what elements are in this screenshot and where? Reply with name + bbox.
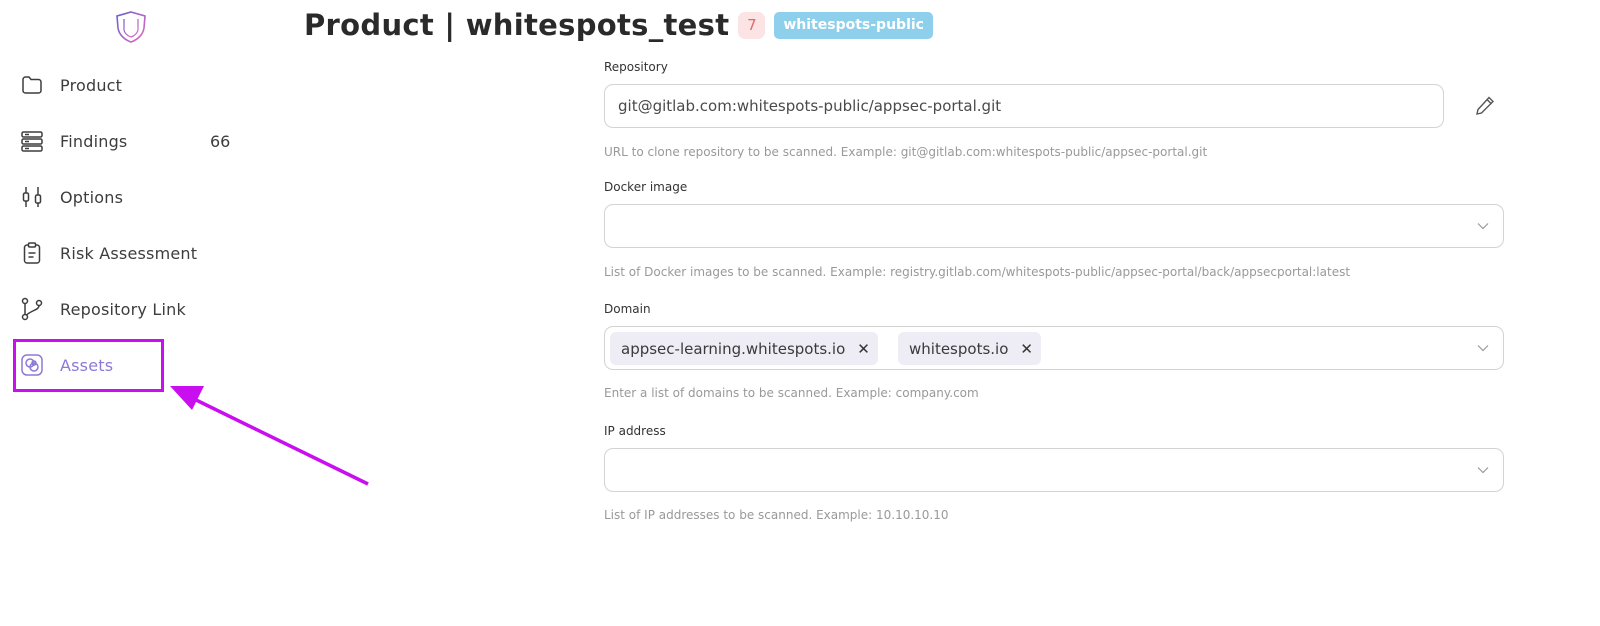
sidebar-item-label: Options	[60, 187, 124, 207]
page-title: Product | whitespots_test	[304, 8, 730, 42]
docker-image-select[interactable]	[604, 204, 1504, 248]
remove-chip-icon[interactable]: ✕	[1020, 340, 1033, 358]
domain-help-text: Enter a list of domains to be scanned. E…	[604, 386, 979, 400]
annotation-highlight-box	[13, 339, 164, 392]
sidebar-item-risk-assessment[interactable]: Risk Assessment	[20, 233, 250, 273]
annotation-arrow-icon	[170, 386, 369, 486]
docker-image-label: Docker image	[604, 180, 688, 194]
ip-address-select[interactable]	[604, 448, 1504, 492]
repository-value: git@gitlab.com:whitespots-public/appsec-…	[618, 97, 1002, 115]
repository-label: Repository	[604, 60, 668, 74]
folder-icon	[20, 73, 44, 97]
sidebar-item-label: Repository Link	[60, 299, 186, 319]
domain-label: Domain	[604, 302, 651, 316]
findings-count: 66	[210, 131, 231, 151]
sidebar-item-options[interactable]: Options	[20, 177, 250, 217]
server-icon	[20, 129, 44, 153]
sidebar-item-product[interactable]: Product	[20, 65, 250, 105]
domain-chip: whitespots.io ✕	[898, 332, 1041, 365]
sidebar-item-repository-link[interactable]: Repository Link	[20, 289, 250, 329]
repository-help-text: URL to clone repository to be scanned. E…	[604, 145, 1208, 159]
sidebar-item-findings[interactable]: Findings 66	[20, 121, 250, 161]
shield-logo-icon[interactable]	[114, 10, 148, 44]
sidebar-item-label: Risk Assessment	[60, 243, 198, 263]
git-branch-icon	[20, 297, 44, 321]
domain-multiselect[interactable]: appsec-learning.whitespots.io ✕ whitespo…	[604, 326, 1504, 370]
sliders-icon	[20, 185, 44, 209]
pencil-icon[interactable]	[1473, 94, 1497, 118]
domain-chip-label: appsec-learning.whitespots.io	[621, 339, 846, 358]
page-header: Product | whitespots_test 7 whitespots-p…	[304, 8, 933, 42]
chevron-down-icon[interactable]	[1477, 344, 1489, 352]
team-tag-badge[interactable]: whitespots-public	[774, 11, 933, 39]
domain-chip: appsec-learning.whitespots.io ✕	[610, 332, 878, 365]
remove-chip-icon[interactable]: ✕	[857, 340, 870, 358]
count-badge: 7	[738, 11, 766, 39]
repository-input[interactable]: git@gitlab.com:whitespots-public/appsec-…	[604, 84, 1444, 128]
chevron-down-icon[interactable]	[1477, 466, 1489, 474]
docker-image-help-text: List of Docker images to be scanned. Exa…	[604, 265, 1351, 279]
clipboard-icon	[20, 241, 44, 265]
chevron-down-icon[interactable]	[1477, 222, 1489, 230]
domain-chip-label: whitespots.io	[909, 339, 1009, 358]
sidebar-item-label: Findings	[60, 131, 128, 151]
ip-address-label: IP address	[604, 424, 666, 438]
ip-address-help-text: List of IP addresses to be scanned. Exam…	[604, 508, 949, 522]
sidebar-item-label: Product	[60, 75, 123, 95]
